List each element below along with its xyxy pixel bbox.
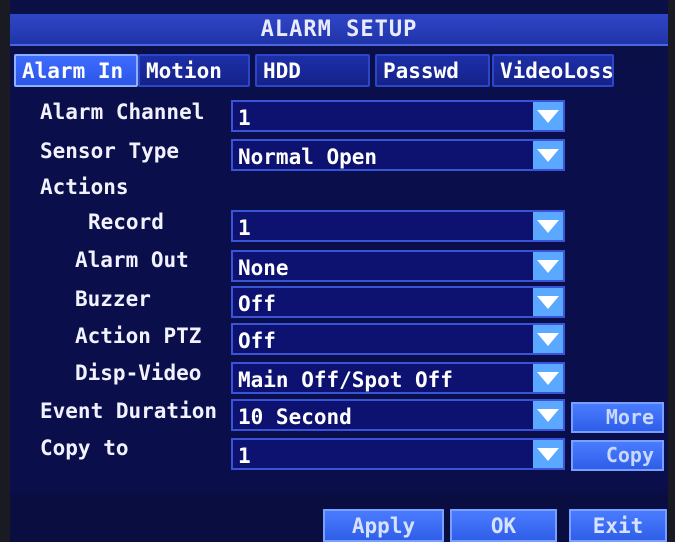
event-duration-select[interactable]: 10 Second (231, 399, 565, 431)
chevron-down-icon[interactable] (533, 141, 563, 169)
record-label: Record (88, 210, 164, 234)
alarm-channel-label: Alarm Channel (40, 100, 205, 124)
event-duration-value: 10 Second (238, 405, 352, 429)
monitor-bezel-right (668, 0, 675, 542)
action-ptz-label: Action PTZ (75, 324, 202, 348)
alarm-out-value: None (238, 256, 289, 280)
chevron-down-icon[interactable] (533, 364, 563, 392)
chevron-down-icon[interactable] (533, 102, 563, 130)
tab-videoloss[interactable]: VideoLoss (492, 54, 614, 87)
disp-video-value: Main Off/Spot Off (238, 368, 453, 392)
copy-button[interactable]: Copy (571, 440, 664, 471)
tab-passwd[interactable]: Passwd (375, 54, 490, 87)
chevron-down-icon[interactable] (533, 440, 563, 468)
copy-to-value: 1 (238, 444, 251, 468)
tab-alarm-in[interactable]: Alarm In (14, 54, 138, 87)
title-bar: ALARM SETUP (10, 14, 668, 46)
chevron-down-icon[interactable] (533, 288, 563, 316)
action-ptz-select[interactable]: Off (231, 323, 565, 355)
chevron-down-icon[interactable] (533, 401, 563, 429)
buzzer-value: Off (238, 292, 276, 316)
page-title: ALARM SETUP (260, 17, 418, 42)
copy-to-label: Copy to (40, 436, 129, 460)
action-ptz-value: Off (238, 329, 276, 353)
chevron-down-icon[interactable] (533, 212, 563, 240)
exit-button[interactable]: Exit (569, 509, 667, 542)
record-select[interactable]: 1 (231, 210, 565, 242)
record-value: 1 (238, 216, 251, 240)
monitor-bezel-left (0, 0, 10, 542)
tab-motion[interactable]: Motion (138, 54, 250, 87)
disp-video-select[interactable]: Main Off/Spot Off (231, 362, 565, 394)
sensor-type-select[interactable]: Normal Open (231, 139, 565, 171)
disp-video-label: Disp-Video (75, 361, 202, 385)
alarm-out-select[interactable]: None (231, 250, 565, 282)
sensor-type-value: Normal Open (238, 145, 378, 169)
alarm-out-label: Alarm Out (75, 248, 189, 272)
alarm-channel-value: 1 (238, 106, 251, 130)
alarm-channel-select[interactable]: 1 (231, 100, 565, 132)
apply-button[interactable]: Apply (323, 509, 444, 542)
actions-heading: Actions (40, 175, 129, 199)
event-duration-label: Event Duration (40, 399, 218, 423)
more-button[interactable]: More (571, 402, 664, 433)
buzzer-select[interactable]: Off (231, 286, 565, 318)
copy-to-select[interactable]: 1 (231, 438, 565, 470)
ok-button[interactable]: OK (450, 509, 557, 542)
buzzer-label: Buzzer (75, 287, 151, 311)
chevron-down-icon[interactable] (533, 252, 563, 280)
tab-hdd[interactable]: HDD (255, 54, 370, 87)
sensor-type-label: Sensor Type (40, 139, 180, 163)
chevron-down-icon[interactable] (533, 325, 563, 353)
